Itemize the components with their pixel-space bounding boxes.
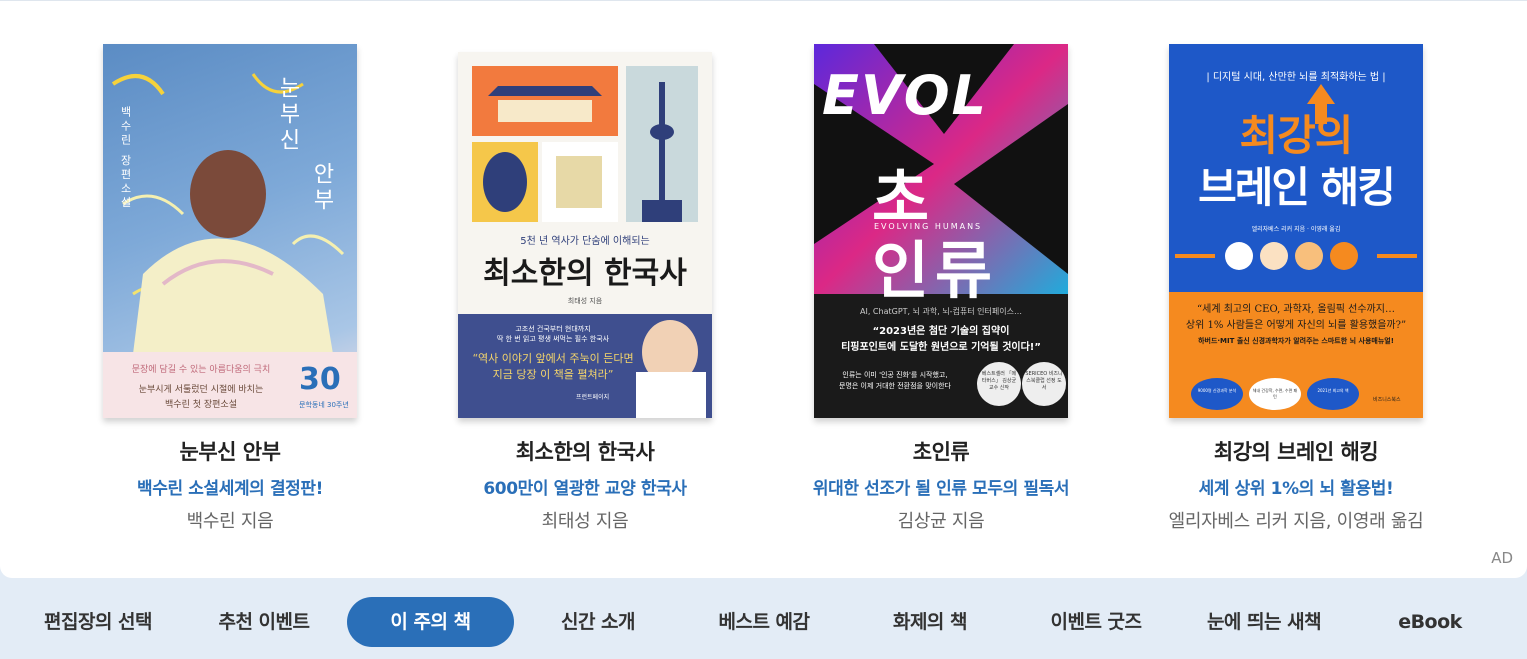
cover-pill-2: 체내 건강학, 수면, 수면 패턴 [1252,388,1298,399]
cover-evol: EVOL [822,64,989,127]
book-cover[interactable]: 5천 년 역사가 단숨에 이해되는 최소한의 한국사 최태성 지음 고조선 건국… [458,44,712,418]
cover-quote-2: 지금 당장 이 책을 펼쳐라” [492,368,614,381]
tab-editors-choice[interactable]: 편집장의 선택 [22,597,174,647]
cover-big-2: 브레인 해킹 [1198,163,1396,212]
book-cover-image[interactable]: 눈부신 안부 백수린 장편소설 문장에 담길 수 있는 아름다움의 극치 눈부시… [103,44,357,418]
cover-quote: 문장에 담길 수 있는 아름다움의 극치 [131,365,271,375]
ad-label: AD [1491,549,1513,567]
cover-blurb-1: 눈부시게 서툴렀던 시절에 바치는 [138,385,264,395]
tab-hot-books[interactable]: 화제의 책 [854,597,1006,647]
cover-kicker: 5천 년 역사가 단숨에 이해되는 [520,236,650,247]
cover-credits: 엘리자베스 리커 지음 · 이영래 옮김 [1251,226,1341,233]
cover-badge-2: SERICEO 비즈니스북클럽 선정 도서 [1025,371,1063,391]
book-tagline[interactable]: 위대한 선조가 될 인류 모두의 필독서 [791,474,1091,499]
cover-quote-1: “역사 이야기 앞에서 주눅이 든다면 [472,352,634,365]
cover-badge-number: 30 [299,362,341,397]
tab-new-releases[interactable]: 신간 소개 [522,597,674,647]
tab-ebook[interactable]: eBook [1356,597,1504,647]
cover-author: 최태성 지음 [567,297,603,305]
book-carousel-panel: 눈부신 안부 백수린 장편소설 문장에 담길 수 있는 아름다움의 극치 눈부시… [0,0,1527,578]
cover-kicker: | 디지털 시대, 산만한 뇌를 최적화하는 법 | [1206,72,1386,83]
book-tagline[interactable]: 세계 상위 1%의 뇌 활용법! [1146,474,1446,499]
cover-badge-sub: 문학동네 30주년 [299,401,349,409]
cover-keywords: AI, ChatGPT, 뇌 과학, 뇌-컴퓨터 인터페이스… [860,307,1022,316]
book-cover-image[interactable]: EVOL 초 인류 EVOLVING HUMANS AI, ChatGPT, 뇌… [814,44,1068,418]
cover-note-2: 문명은 이제 거대한 전환점을 맞이한다 [839,382,951,390]
book-card[interactable]: 5천 년 역사가 단숨에 이해되는 최소한의 한국사 최태성 지음 고조선 건국… [435,44,735,533]
tab-best-forecast[interactable]: 베스트 예감 [688,597,840,647]
cover-pill-3: 2021년 최고의 책 [1317,388,1349,393]
book-title[interactable]: 눈부신 안부 [80,436,380,466]
cover-pill-1: 9000명 신경과학 분석 [1197,388,1237,393]
book-author: 백수린 지음 [186,511,274,532]
book-title[interactable]: 초인류 [791,436,1091,466]
tab-recommended-events[interactable]: 추천 이벤트 [188,597,340,647]
book-tagline[interactable]: 600만이 열광한 교양 한국사 [435,474,735,499]
cover-quote-1: “2023년은 첨단 기술의 집약이 [872,326,1010,337]
cover-big-title: 최소한의 한국사 [483,256,687,291]
cover-author: 백수린 장편소설 [119,106,132,211]
book-card[interactable]: 눈부신 안부 백수린 장편소설 문장에 담길 수 있는 아름다움의 극치 눈부시… [80,44,380,533]
book-cover-image[interactable]: | 디지털 시대, 산만한 뇌를 최적화하는 법 | 최강의 브레인 해킹 엘리… [1169,44,1423,418]
cover-quote-2: 상위 1% 사람들은 어떻게 자신의 뇌를 활용했을까?” [1185,320,1407,331]
book-author: 김상균 지음 [897,511,985,532]
book-title[interactable]: 최강의 브레인 해킹 [1146,436,1446,466]
cover-badge-1: 베스트셀러 「메타버스」 김상균 교수 신작 [981,371,1017,391]
tab-books-of-the-week[interactable]: 이 주의 책 [347,597,514,647]
category-tab-bar: 편집장의 선택 추천 이벤트 이 주의 책 신간 소개 베스트 예감 화제의 책… [0,578,1527,659]
book-author: 엘리자베스 리커 지음, 이영래 옮김 [1168,511,1424,532]
cover-publisher: 비즈니스북스 [1373,397,1401,403]
book-cover[interactable]: | 디지털 시대, 산만한 뇌를 최적화하는 법 | 최강의 브레인 해킹 엘리… [1169,44,1423,418]
cover-note-2: 딱 한 번 읽고 평생 써먹는 필수 한국사 [496,335,610,343]
cover-quote-2: 티핑포인트에 도달한 원년으로 기억될 것이다!” [841,342,1041,353]
cover-note-1: 고조선 건국부터 현대까지 [515,325,591,333]
book-card[interactable]: | 디지털 시대, 산만한 뇌를 최적화하는 법 | 최강의 브레인 해킹 엘리… [1146,44,1446,533]
cover-note-1: 인류는 이미 '인공 진화'를 시작했고, [842,371,948,379]
cover-subtitle: EVOLVING HUMANS [874,222,983,231]
cover-publisher: 프런트페이지 [576,394,610,401]
tab-notable-new-books[interactable]: 눈에 띄는 새책 [1186,597,1342,647]
book-cover-image[interactable]: 5천 년 역사가 단숨에 이해되는 최소한의 한국사 최태성 지음 고조선 건국… [458,52,712,418]
cover-quote-1: “세계 최고의 CEO, 과학자, 올림픽 선수까지… [1197,304,1395,315]
book-card[interactable]: EVOL 초 인류 EVOLVING HUMANS AI, ChatGPT, 뇌… [791,44,1091,533]
cover-blurb-2: 백수린 첫 장편소설 [165,400,237,410]
tab-event-goods[interactable]: 이벤트 굿즈 [1020,597,1172,647]
book-author: 최태성 지음 [541,511,629,532]
book-tagline[interactable]: 백수린 소설세계의 결정판! [80,474,380,499]
book-cover[interactable]: EVOL 초 인류 EVOLVING HUMANS AI, ChatGPT, 뇌… [814,44,1068,418]
cover-title-2: 안부 [309,162,334,214]
cover-title-1: 눈부신 [275,76,300,154]
cover-note: 하버드·MIT 출신 신경과학자가 알려주는 스마트한 뇌 사용매뉴얼! [1198,337,1394,345]
book-title[interactable]: 최소한의 한국사 [435,436,735,466]
cover-big-2: 인류 [872,234,999,307]
book-cover[interactable]: 눈부신 안부 백수린 장편소설 문장에 담길 수 있는 아름다움의 극치 눈부시… [103,44,357,418]
